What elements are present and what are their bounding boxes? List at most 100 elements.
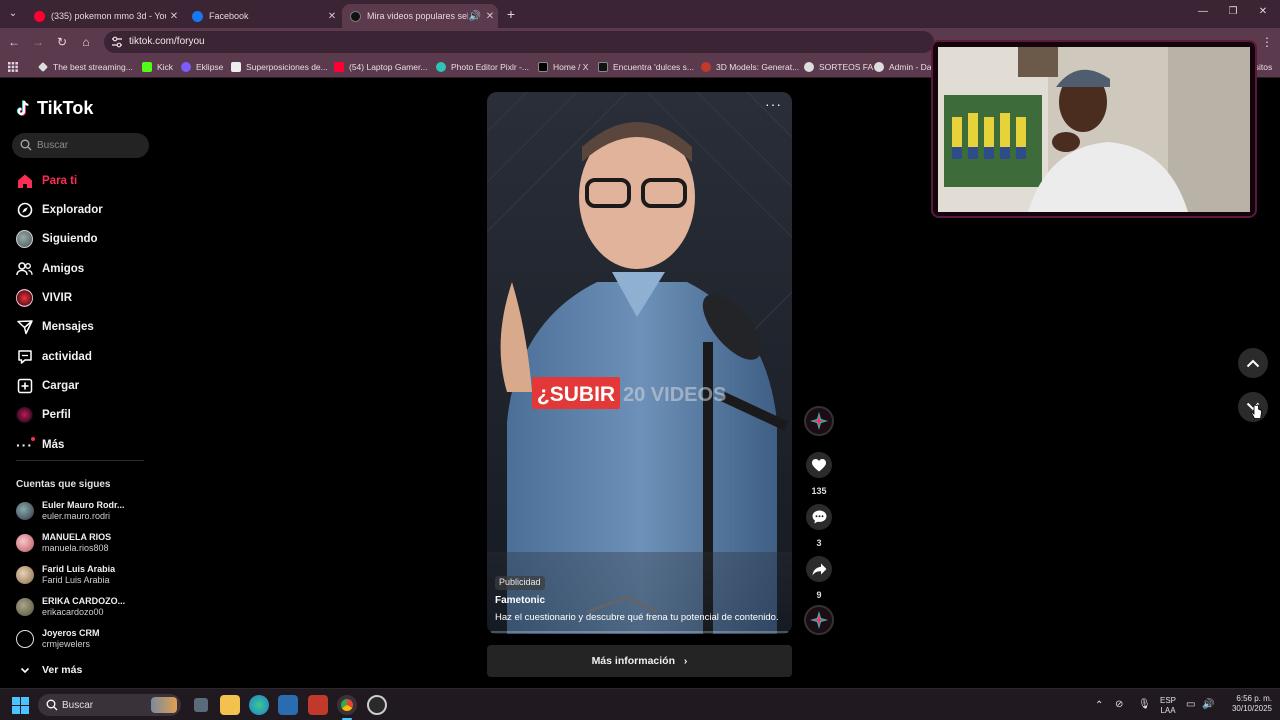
video-overlay-word2: 20 VIDEOS [623, 384, 726, 406]
video-more-options-icon[interactable]: ··· [765, 97, 783, 111]
nav-item-para-ti[interactable]: Para ti [16, 171, 77, 191]
network-off-icon[interactable]: ⊘ [1115, 700, 1123, 710]
bookmark-icon [231, 62, 241, 72]
close-window-button[interactable]: ✕ [1252, 6, 1274, 22]
new-tab-button[interactable]: + [502, 5, 520, 23]
microphone-icon[interactable]: 🎙 [1138, 700, 1151, 710]
creator-avatar[interactable] [804, 406, 834, 436]
task-view-icon[interactable] [194, 698, 208, 712]
start-button[interactable] [12, 697, 29, 714]
file-explorer-icon[interactable] [220, 695, 240, 715]
more-info-button[interactable]: Más información › [487, 645, 792, 677]
account-item[interactable]: Farid Luis Arabia Farid Luis Arabia [16, 561, 115, 589]
taskbar-search[interactable]: Buscar [38, 694, 181, 716]
comment-button[interactable] [806, 504, 832, 530]
like-count: 135 [811, 486, 827, 496]
close-tab-icon[interactable]: ✕ [324, 11, 340, 22]
reload-button[interactable]: ↻ [53, 33, 71, 51]
home-button[interactable]: ⌂ [77, 33, 95, 51]
windows-taskbar: Buscar ⌃ ⊘ 🎙 ESP LAA ▭ 🔊 6:56 p. m. 30/1… [0, 688, 1280, 720]
tray-expand-icon[interactable]: ⌃ [1095, 701, 1103, 711]
store-icon[interactable] [278, 695, 298, 715]
see-more-button[interactable]: Ver más [16, 660, 82, 680]
bookmark-item[interactable]: Eklipse [181, 60, 223, 74]
tiktok-logo[interactable]: TikTok [16, 98, 93, 119]
chevron-right-icon: › [683, 655, 688, 667]
notification-dot [31, 436, 35, 441]
clock[interactable]: 6:56 p. m. 30/10/2025 [1222, 694, 1272, 714]
app-icon[interactable] [308, 695, 328, 715]
nav-item-siguiendo[interactable]: Siguiendo [16, 229, 98, 249]
tab-facebook[interactable]: Facebook ✕ [184, 4, 340, 28]
comment-icon [812, 510, 826, 524]
avatar [16, 598, 34, 616]
share-button[interactable] [806, 556, 832, 582]
friends-icon [16, 261, 33, 278]
account-item[interactable]: MANUELA RIOS manuela.rios808 [16, 529, 111, 557]
account-item[interactable]: ERIKA CARDOZO... erikacardozo00 [16, 593, 125, 621]
tab-tiktok[interactable]: Mira videos populares sele 🔊 ✕ [342, 4, 498, 28]
account-item[interactable]: Joyeros CRM crmjewelers [16, 625, 100, 653]
video-caption: Haz el cuestionario y descubre qué frena… [495, 612, 779, 623]
volume-icon[interactable]: 🔊 [1202, 700, 1214, 710]
activity-icon [16, 349, 33, 366]
bookmark-item[interactable]: Photo Editor Pixlr -... [436, 60, 529, 74]
display-icon[interactable]: ▭ [1186, 700, 1195, 710]
pixlr-icon [436, 62, 446, 72]
video-progress-bar[interactable] [491, 631, 788, 633]
edge-icon[interactable] [249, 695, 269, 715]
close-tab-icon[interactable]: ✕ [482, 11, 498, 22]
nav-item-vivir[interactable]: VIVIR [16, 288, 72, 308]
webcam-feed [938, 47, 1250, 212]
obs-icon[interactable] [367, 695, 387, 715]
search-icon [20, 139, 32, 151]
language-indicator[interactable]: ESP LAA [1157, 696, 1179, 716]
nav-item-explorador[interactable]: Explorador [16, 200, 103, 220]
bookmark-item[interactable]: Home / X [538, 60, 588, 74]
forward-button[interactable]: → [29, 33, 47, 51]
youtube-icon [34, 10, 45, 22]
nav-item-mas[interactable]: ··· Más [16, 435, 64, 455]
chevron-up-icon [1246, 359, 1260, 368]
avatar [16, 502, 34, 520]
bookmark-item[interactable]: Superposiciones de... [231, 60, 328, 74]
video-author[interactable]: Fametonic [495, 595, 545, 606]
bookmark-item[interactable]: Admin - Da [874, 60, 932, 74]
nav-item-mensajes[interactable]: Mensajes [16, 317, 94, 337]
bookmark-item[interactable]: Encuentra 'dulces s... [598, 60, 694, 74]
globe-icon [804, 62, 814, 72]
tiktok-logo-icon [16, 99, 29, 116]
bookmark-item[interactable]: SORTEOS FA [804, 60, 873, 74]
restore-button[interactable]: ❐ [1222, 6, 1244, 22]
youtube-icon [334, 62, 344, 72]
previous-video-button[interactable] [1238, 348, 1268, 378]
bookmark-item[interactable]: The best streaming... [38, 60, 133, 74]
bookmark-item[interactable]: (54) Laptop Gamer... [334, 60, 427, 74]
site-info-icon[interactable] [111, 36, 123, 48]
address-bar[interactable]: tiktok.com/foryou [104, 31, 934, 53]
bookmark-item[interactable]: Kick [142, 60, 173, 74]
mute-icon[interactable]: 🔊 [468, 11, 482, 22]
search-input[interactable]: Buscar [12, 133, 149, 158]
like-button[interactable] [806, 452, 832, 478]
minimize-button[interactable]: — [1192, 6, 1214, 22]
nav-item-actividad[interactable]: actividad [16, 347, 92, 367]
nav-item-cargar[interactable]: Cargar [16, 376, 79, 396]
globe-icon [874, 62, 884, 72]
back-button[interactable]: ← [5, 33, 23, 51]
bookmark-item[interactable]: 3D Models: Generat... [701, 60, 799, 74]
menu-button[interactable]: ⋮ [1258, 33, 1276, 51]
chrome-icon[interactable] [337, 695, 357, 715]
music-disc[interactable] [804, 605, 834, 635]
tab-search-button[interactable]: ⌄ [4, 5, 22, 23]
nav-item-amigos[interactable]: Amigos [16, 259, 84, 279]
nav-item-perfil[interactable]: Perfil [16, 405, 71, 425]
logo-text: TikTok [37, 98, 94, 118]
apps-icon[interactable] [8, 60, 18, 74]
following-accounts-title: Cuentas que sigues [16, 479, 111, 490]
kick-icon [142, 62, 152, 72]
account-item[interactable]: Euler Mauro Rodr... euler.mauro.rodri [16, 497, 125, 525]
video-player[interactable]: ¿SUBIR 20 VIDEOS [487, 92, 792, 634]
tab-youtube[interactable]: (335) pokemon mmo 3d - YouTube ✕ [26, 4, 182, 28]
close-tab-icon[interactable]: ✕ [166, 11, 182, 22]
